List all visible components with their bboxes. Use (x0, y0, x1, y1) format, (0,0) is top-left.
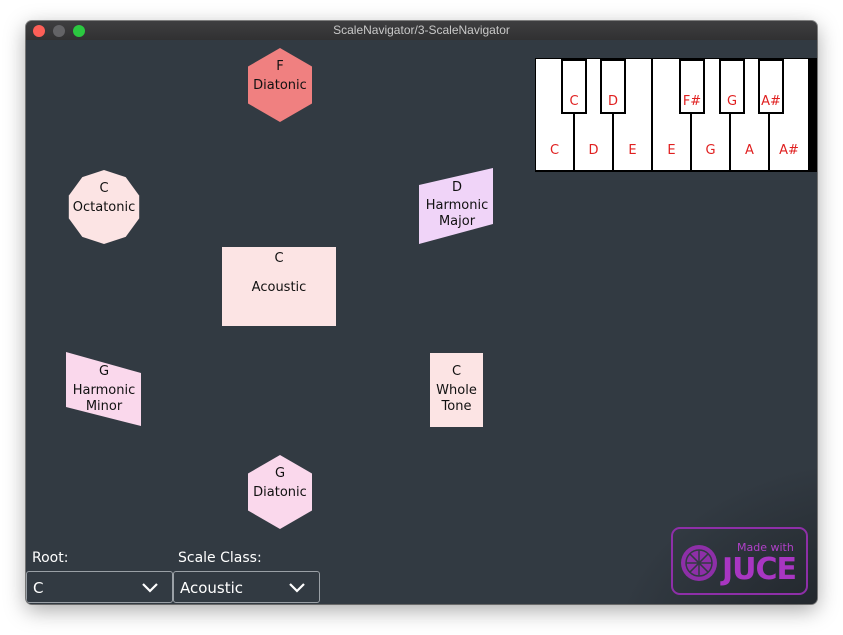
title-bar: ScaleNavigator/3-ScaleNavigator (26, 21, 817, 41)
black-key-0[interactable]: C (561, 59, 587, 114)
scale-node-c-whole-tone[interactable]: C Whole Tone (430, 353, 483, 427)
node-scale-name-line2: Tone (441, 399, 472, 414)
node-root: G (274, 466, 286, 481)
black-key-4[interactable]: A# (758, 59, 784, 114)
node-root: C (99, 181, 109, 196)
scale-node-d-harmonic-major[interactable]: D Harmonic Major (419, 168, 495, 244)
black-key-3[interactable]: G (719, 59, 745, 114)
node-scale-name: Octatonic (72, 200, 136, 215)
key-label: G (726, 94, 738, 109)
node-scale-name: Acoustic (251, 280, 307, 295)
scale-class-label: Scale Class: (178, 550, 262, 566)
scale-node-g-diatonic[interactable]: G Diatonic (248, 455, 312, 529)
scale-node-g-harmonic-minor[interactable]: G Harmonic Minor (66, 352, 142, 428)
juce-lemon-icon (681, 545, 717, 581)
juce-badge-wordmark: JUCE (722, 552, 797, 587)
black-key-1[interactable]: D (600, 59, 626, 114)
key-label: A (745, 143, 754, 158)
node-root: F (276, 59, 284, 74)
node-scale-name-line1: Harmonic (425, 198, 489, 213)
chevron-down-icon (142, 583, 158, 593)
node-root: C (274, 251, 284, 266)
node-root: D (451, 180, 462, 195)
scale-node-c-acoustic[interactable]: C Acoustic (222, 247, 336, 326)
key-label: D (588, 143, 599, 158)
node-scale-name-line2: Major (438, 214, 476, 229)
key-label: C (569, 94, 579, 109)
key-label: D (607, 94, 618, 109)
root-combobox[interactable]: C (26, 571, 173, 603)
scale-node-c-octatonic[interactable]: C Octatonic (67, 170, 141, 244)
key-label: C (549, 143, 560, 158)
key-label: A# (761, 94, 781, 109)
chevron-down-icon (289, 583, 305, 593)
node-scale-name-line1: Harmonic (72, 383, 136, 398)
node-root: G (98, 364, 110, 379)
scale-navigator-canvas: F Diatonic C Octatonic D Harmonic Major … (26, 40, 817, 604)
made-with-juce-badge: Made with JUCE (671, 527, 808, 595)
scale-node-f-diatonic[interactable]: F Diatonic (248, 48, 312, 122)
root-label: Root: (32, 550, 69, 566)
node-scale-name: Diatonic (253, 78, 307, 93)
scale-class-combobox[interactable]: Acoustic (173, 571, 320, 603)
node-scale-name-line1: Whole (436, 383, 477, 398)
root-combobox-value: C (33, 579, 44, 597)
window-title: ScaleNavigator/3-ScaleNavigator (333, 23, 510, 37)
key-label: A# (779, 143, 799, 158)
key-label: G (705, 143, 716, 158)
black-key-2[interactable]: F# (679, 59, 705, 114)
key-label: E (667, 143, 676, 158)
key-label: F# (682, 94, 702, 109)
node-scale-name-line2: Minor (85, 399, 123, 414)
node-root: C (451, 364, 462, 379)
app-window: ScaleNavigator/3-ScaleNavigator F Diaton… (26, 21, 817, 604)
node-scale-name: Diatonic (253, 485, 307, 500)
key-label: E (628, 143, 637, 158)
piano-keyboard: C D E E G A A# C D F# G A# (535, 58, 817, 172)
scale-class-combobox-value: Acoustic (180, 579, 244, 597)
